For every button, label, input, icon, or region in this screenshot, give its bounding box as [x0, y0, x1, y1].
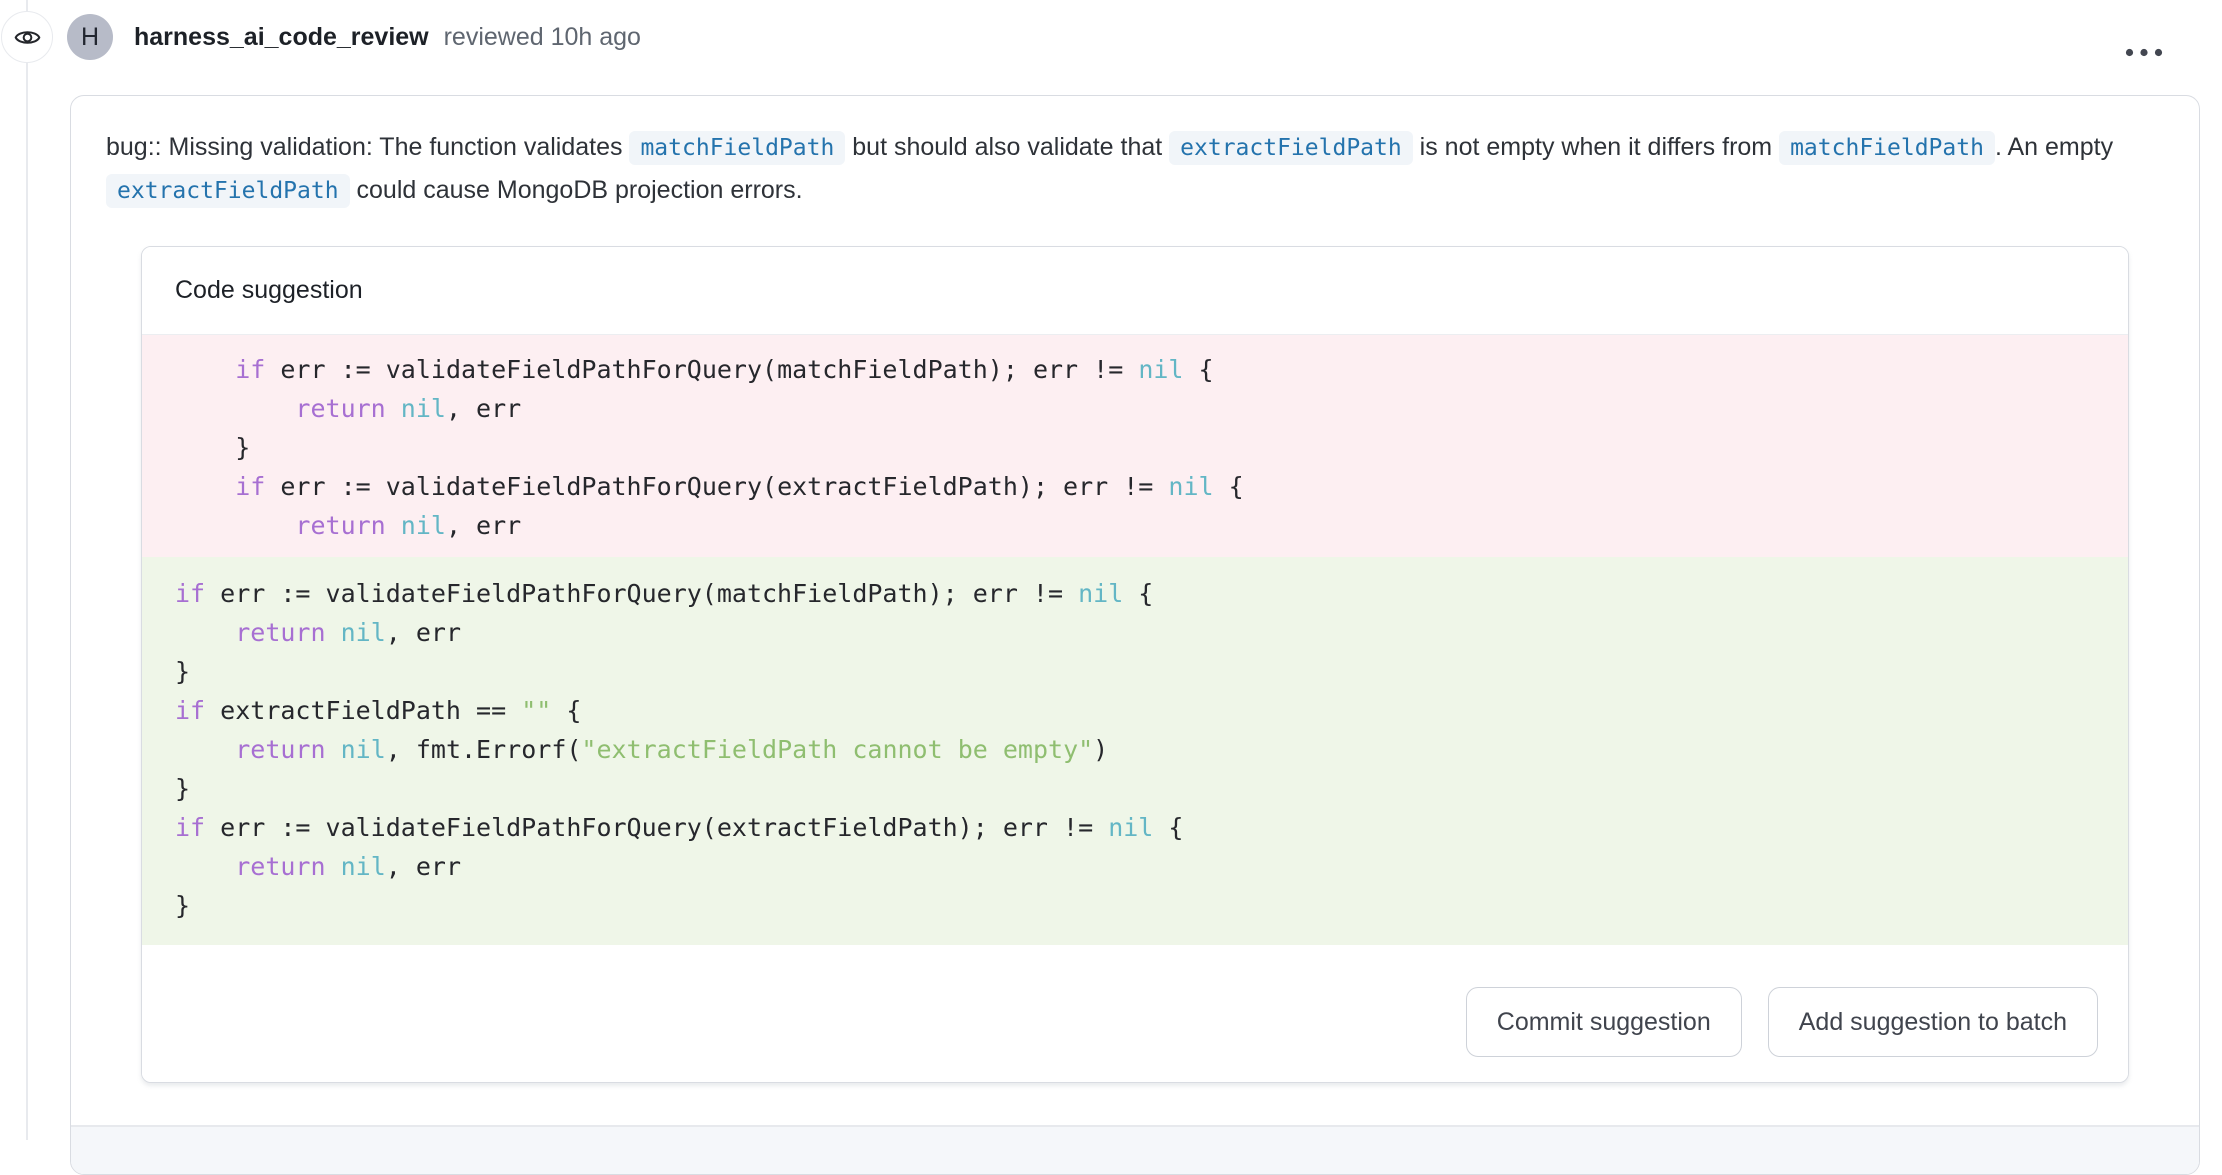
- commit-suggestion-button[interactable]: Commit suggestion: [1466, 987, 1742, 1057]
- more-options-button[interactable]: [2112, 34, 2176, 70]
- avatar[interactable]: H: [67, 14, 113, 60]
- comment-segment: bug:: Missing validation: The function v…: [106, 133, 629, 161]
- code-suggestion-box: Code suggestion if err := validateFieldP…: [141, 246, 2129, 1083]
- comment-segment: is not empty when it differs from: [1413, 133, 1779, 161]
- inline-code-chip: matchFieldPath: [1779, 131, 1995, 165]
- comment-body: bug:: Missing validation: The function v…: [71, 96, 2199, 1083]
- timeline-line: [26, 0, 28, 1140]
- reviewer-username[interactable]: harness_ai_code_review: [134, 23, 429, 51]
- suggestion-actions: Commit suggestion Add suggestion to batc…: [142, 945, 2128, 1082]
- code-suggestion-title: Code suggestion: [175, 276, 363, 305]
- review-comment-card: bug:: Missing validation: The function v…: [70, 95, 2200, 1175]
- eye-icon: [14, 24, 41, 51]
- inline-code-chip: extractFieldPath: [106, 174, 350, 208]
- reply-section-strip: [71, 1125, 2199, 1174]
- review-meta: harness_ai_code_review reviewed 10h ago: [134, 23, 641, 52]
- comment-segment: but should also validate that: [845, 133, 1169, 161]
- suggestion-new-code: if err := validateFieldPathForQuery(matc…: [142, 557, 2128, 945]
- code-suggestion-header: Code suggestion: [142, 247, 2128, 335]
- avatar-letter: H: [81, 23, 99, 52]
- watch-status-chip[interactable]: [1, 11, 53, 63]
- review-header: H harness_ai_code_review reviewed 10h ag…: [67, 14, 641, 60]
- comment-segment: could cause MongoDB projection errors.: [350, 176, 803, 204]
- add-suggestion-to-batch-button[interactable]: Add suggestion to batch: [1768, 987, 2098, 1057]
- suggestion-old-code: if err := validateFieldPathForQuery(matc…: [142, 335, 2128, 557]
- inline-code-chip: matchFieldPath: [629, 131, 845, 165]
- inline-code-chip: extractFieldPath: [1169, 131, 1413, 165]
- comment-segment: . An empty: [1995, 133, 2113, 161]
- ellipsis-icon: [2125, 48, 2163, 57]
- review-action-text: reviewed 10h ago: [444, 23, 641, 51]
- comment-text: bug:: Missing validation: The function v…: [106, 126, 2164, 212]
